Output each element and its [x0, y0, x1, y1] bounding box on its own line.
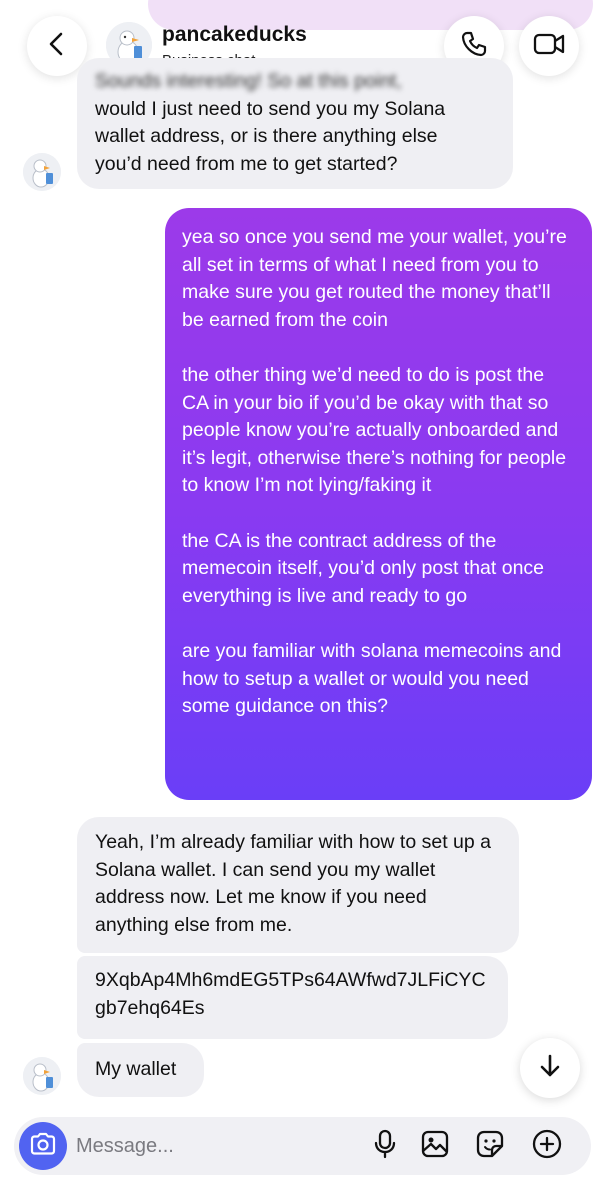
gallery-button[interactable] — [420, 1129, 450, 1164]
incoming-message[interactable]: Sounds interesting! So at this point, wo… — [77, 58, 513, 189]
scroll-to-bottom-button[interactable] — [520, 1038, 580, 1098]
video-call-button[interactable] — [519, 16, 579, 76]
message-paragraph: yea so once you send me your wallet, you… — [182, 226, 567, 331]
voice-message-button[interactable] — [370, 1129, 400, 1164]
sticker-icon — [475, 1129, 505, 1164]
message-text: My wallet — [95, 1058, 177, 1080]
outgoing-message[interactable]: yea so once you send me your wallet, you… — [165, 208, 592, 800]
microphone-icon — [372, 1129, 398, 1164]
blurred-text-line: Sounds interesting! So at this point, — [95, 70, 402, 92]
more-options-button[interactable] — [532, 1129, 562, 1161]
message-text: Yeah, I’m already familiar with how to s… — [95, 831, 491, 936]
camera-button[interactable] — [19, 1122, 67, 1170]
message-composer — [14, 1117, 591, 1175]
image-icon — [420, 1129, 450, 1164]
message-line: wallet address, or is there anything els… — [95, 125, 438, 147]
incoming-message[interactable]: Yeah, I’m already familiar with how to s… — [77, 817, 519, 953]
duck-avatar-image — [23, 153, 61, 191]
chevron-left-icon — [44, 31, 70, 62]
arrow-down-icon — [536, 1052, 564, 1085]
camera-icon — [29, 1131, 57, 1162]
video-camera-icon — [532, 29, 566, 64]
message-line: would I just need to send you my Solana — [95, 97, 446, 120]
sticker-button[interactable] — [475, 1129, 505, 1164]
incoming-message-wallet-address[interactable]: 9XqbAp4Mh6mdEG5TPs64AWfwd7JLFiCYCgb7ehq6… — [77, 956, 508, 1039]
incoming-message[interactable]: My wallet — [77, 1043, 204, 1097]
wallet-address-text: 9XqbAp4Mh6mdEG5TPs64AWfwd7JLFiCYCgb7ehq6… — [95, 969, 486, 1019]
duck-avatar-image — [23, 1057, 61, 1095]
sender-avatar[interactable] — [23, 153, 61, 191]
message-paragraph: the other thing we’d need to do is post … — [182, 364, 567, 496]
message-paragraph: are you familiar with solana memecoins a… — [182, 640, 562, 717]
message-paragraph: the CA is the contract address of the me… — [182, 529, 545, 607]
message-input[interactable] — [76, 1130, 346, 1162]
message-line: you’d need from me to get started? — [95, 152, 398, 175]
contact-name[interactable]: pancakeducks — [162, 23, 307, 47]
back-button[interactable] — [27, 16, 87, 76]
plus-circle-icon — [531, 1128, 563, 1165]
sender-avatar[interactable] — [23, 1057, 61, 1095]
